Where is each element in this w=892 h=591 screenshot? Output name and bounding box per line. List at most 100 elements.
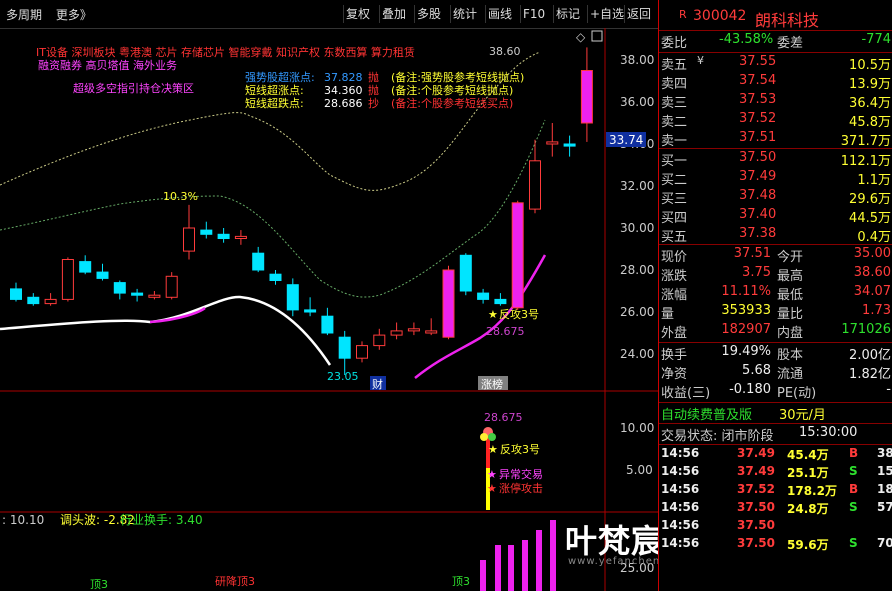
tick-time: 14:56 <box>661 500 700 514</box>
sell-level-row[interactable]: 卖四 37.54 13.9万 <box>659 73 892 92</box>
histogram-bar <box>480 560 486 591</box>
quote-value: 34.07 <box>853 284 891 299</box>
price-tick-30: 30.00 <box>620 221 654 235</box>
level2-name: 短线超涨点: <box>245 83 304 97</box>
quote-value: 37.51 <box>733 246 771 261</box>
draw-line-button[interactable]: 画线 <box>485 5 514 23</box>
candle-body <box>338 336 351 359</box>
finance-label: PE(动) <box>777 386 817 401</box>
buy-level-row[interactable]: 买二 37.49 1.1万 <box>659 169 892 188</box>
statistics-button[interactable]: 统计 <box>450 5 479 23</box>
support-line-white <box>0 295 332 366</box>
add-watchlist-button[interactable]: +自选 <box>587 5 626 23</box>
sell-level-row[interactable]: 卖三 37.53 36.4万 <box>659 92 892 111</box>
bottom-histogram <box>480 520 556 591</box>
candle-body <box>563 143 576 147</box>
buy-price: 37.49 <box>739 169 777 184</box>
mark-button[interactable]: 标记 <box>553 5 582 23</box>
research-top3-label: 研降顶3 <box>215 574 255 588</box>
sell-volume: 36.4万 <box>849 96 891 111</box>
more-button[interactable]: 更多》 <box>56 8 92 22</box>
level1-note: (备注:强势股参考短线抛点) <box>391 70 524 84</box>
tick-price: 37.52 <box>737 482 775 496</box>
sell-level-label: 卖二 <box>661 115 688 130</box>
ad-text[interactable]: 自动续费普及版 <box>661 404 752 423</box>
sell-level-row[interactable]: 卖一 37.51 371.7万 <box>659 130 892 149</box>
tick-time: 14:56 <box>661 464 700 478</box>
candle-body <box>459 254 472 292</box>
super-zone-label: 超级多空指引持仓决策区 <box>73 81 194 95</box>
histogram-bar <box>522 540 528 591</box>
multi-period-button[interactable]: 多周期 <box>6 8 42 22</box>
tick-time: 14:56 <box>661 482 700 496</box>
quote-label: 最低 <box>777 288 804 303</box>
finance-row: 换手 19.49% 股本 2.00亿 <box>659 344 892 363</box>
buy-level-row[interactable]: 买四 37.40 44.5万 <box>659 207 892 226</box>
candle-body <box>165 275 178 298</box>
sell-price: 37.55 <box>739 54 777 69</box>
ad-price[interactable]: 30元/月 <box>779 404 826 423</box>
diamond-icon[interactable]: ◇ <box>576 30 586 44</box>
candle-body <box>529 160 541 210</box>
square-icon[interactable] <box>591 30 603 42</box>
diff-value: -774 <box>861 32 891 47</box>
multi-stock-button[interactable]: 多股 <box>414 5 443 23</box>
ind-star3-icon: ★ <box>487 482 497 495</box>
f10-button[interactable]: F10 <box>520 5 547 23</box>
buy-price: 37.50 <box>739 150 777 165</box>
kline-chart[interactable]: 38.00 36.00 34.00 32.00 30.00 28.00 26.0… <box>0 28 658 591</box>
overlay-button[interactable]: 叠加 <box>379 5 408 23</box>
ad-row[interactable]: 自动续费普及版 30元/月 <box>659 404 892 423</box>
sell-volume: 45.8万 <box>849 115 891 130</box>
candle-body <box>356 345 368 359</box>
zhangbang-marker[interactable]: 涨榜 <box>481 377 503 391</box>
tick-time: 14:56 <box>661 446 700 460</box>
sell-price: 37.53 <box>739 92 777 107</box>
price-tick-36: 36.00 <box>620 95 654 109</box>
tick-price: 37.50 <box>737 500 775 514</box>
tick-row: 14:56 37.50 24.8万 S 57 <box>659 500 892 518</box>
candle-body <box>390 330 403 336</box>
candle-body <box>286 284 299 311</box>
sell-price: 37.52 <box>739 111 777 126</box>
trade-status-row: 交易状态: 闭市阶段 15:30:00 <box>659 425 892 444</box>
candle-body <box>546 141 559 145</box>
buy-level-label: 买二 <box>661 173 688 188</box>
sell-level-label: 卖一 <box>661 134 688 149</box>
level1-action: 抛 <box>368 70 379 84</box>
tick-direction: S <box>849 500 858 514</box>
buy-volume: 1.1万 <box>857 173 891 188</box>
finance-label: 流通 <box>777 367 804 382</box>
tick-count: 38 <box>877 446 892 460</box>
quote-row: 外盘 182907 内盘 171026 <box>659 322 892 341</box>
tick-price: 37.50 <box>737 518 775 532</box>
pct-label: 10.3% <box>163 190 198 203</box>
sell-level-row[interactable]: 卖二 37.52 45.8万 <box>659 111 892 130</box>
abnormal-trade-label: 异常交易 <box>499 467 543 481</box>
ind-star-icon: ★ <box>488 443 498 456</box>
level3-note: (备注:个股参考短线买点) <box>391 96 513 110</box>
ind-fangong-label: 反攻3号 <box>500 442 540 456</box>
quote-label: 最高 <box>777 269 804 284</box>
high-price-label: 38.60 <box>489 45 521 58</box>
candle-body <box>217 233 230 240</box>
histogram-bar <box>550 520 556 591</box>
back-button[interactable]: 返回 <box>624 5 653 23</box>
finance-value: -0.180 <box>729 382 771 397</box>
quote-value: 353933 <box>721 303 771 318</box>
quote-value: 11.11% <box>721 284 771 299</box>
buy-level-row[interactable]: 买一 37.50 112.1万 <box>659 150 892 169</box>
finance-marker[interactable]: 财 <box>372 377 383 391</box>
buy-level-row[interactable]: 买三 37.48 29.6万 <box>659 188 892 207</box>
buy-volume: 44.5万 <box>849 211 891 226</box>
buy-level-row[interactable]: 买五 37.38 0.4万 <box>659 226 892 245</box>
diff-label: 委差 <box>777 36 804 51</box>
quote-value: 182907 <box>721 322 771 337</box>
candle-body <box>269 273 282 282</box>
tick-volume: 25.1万 <box>787 466 829 480</box>
sell-level-label: 卖五 <box>661 58 688 73</box>
candle-body <box>61 259 74 300</box>
sell-level-row[interactable]: 卖五 ¥37.55 10.5万 <box>659 54 892 73</box>
quote-label: 内盘 <box>777 326 804 341</box>
fuquan-button[interactable]: 复权 <box>343 5 372 23</box>
